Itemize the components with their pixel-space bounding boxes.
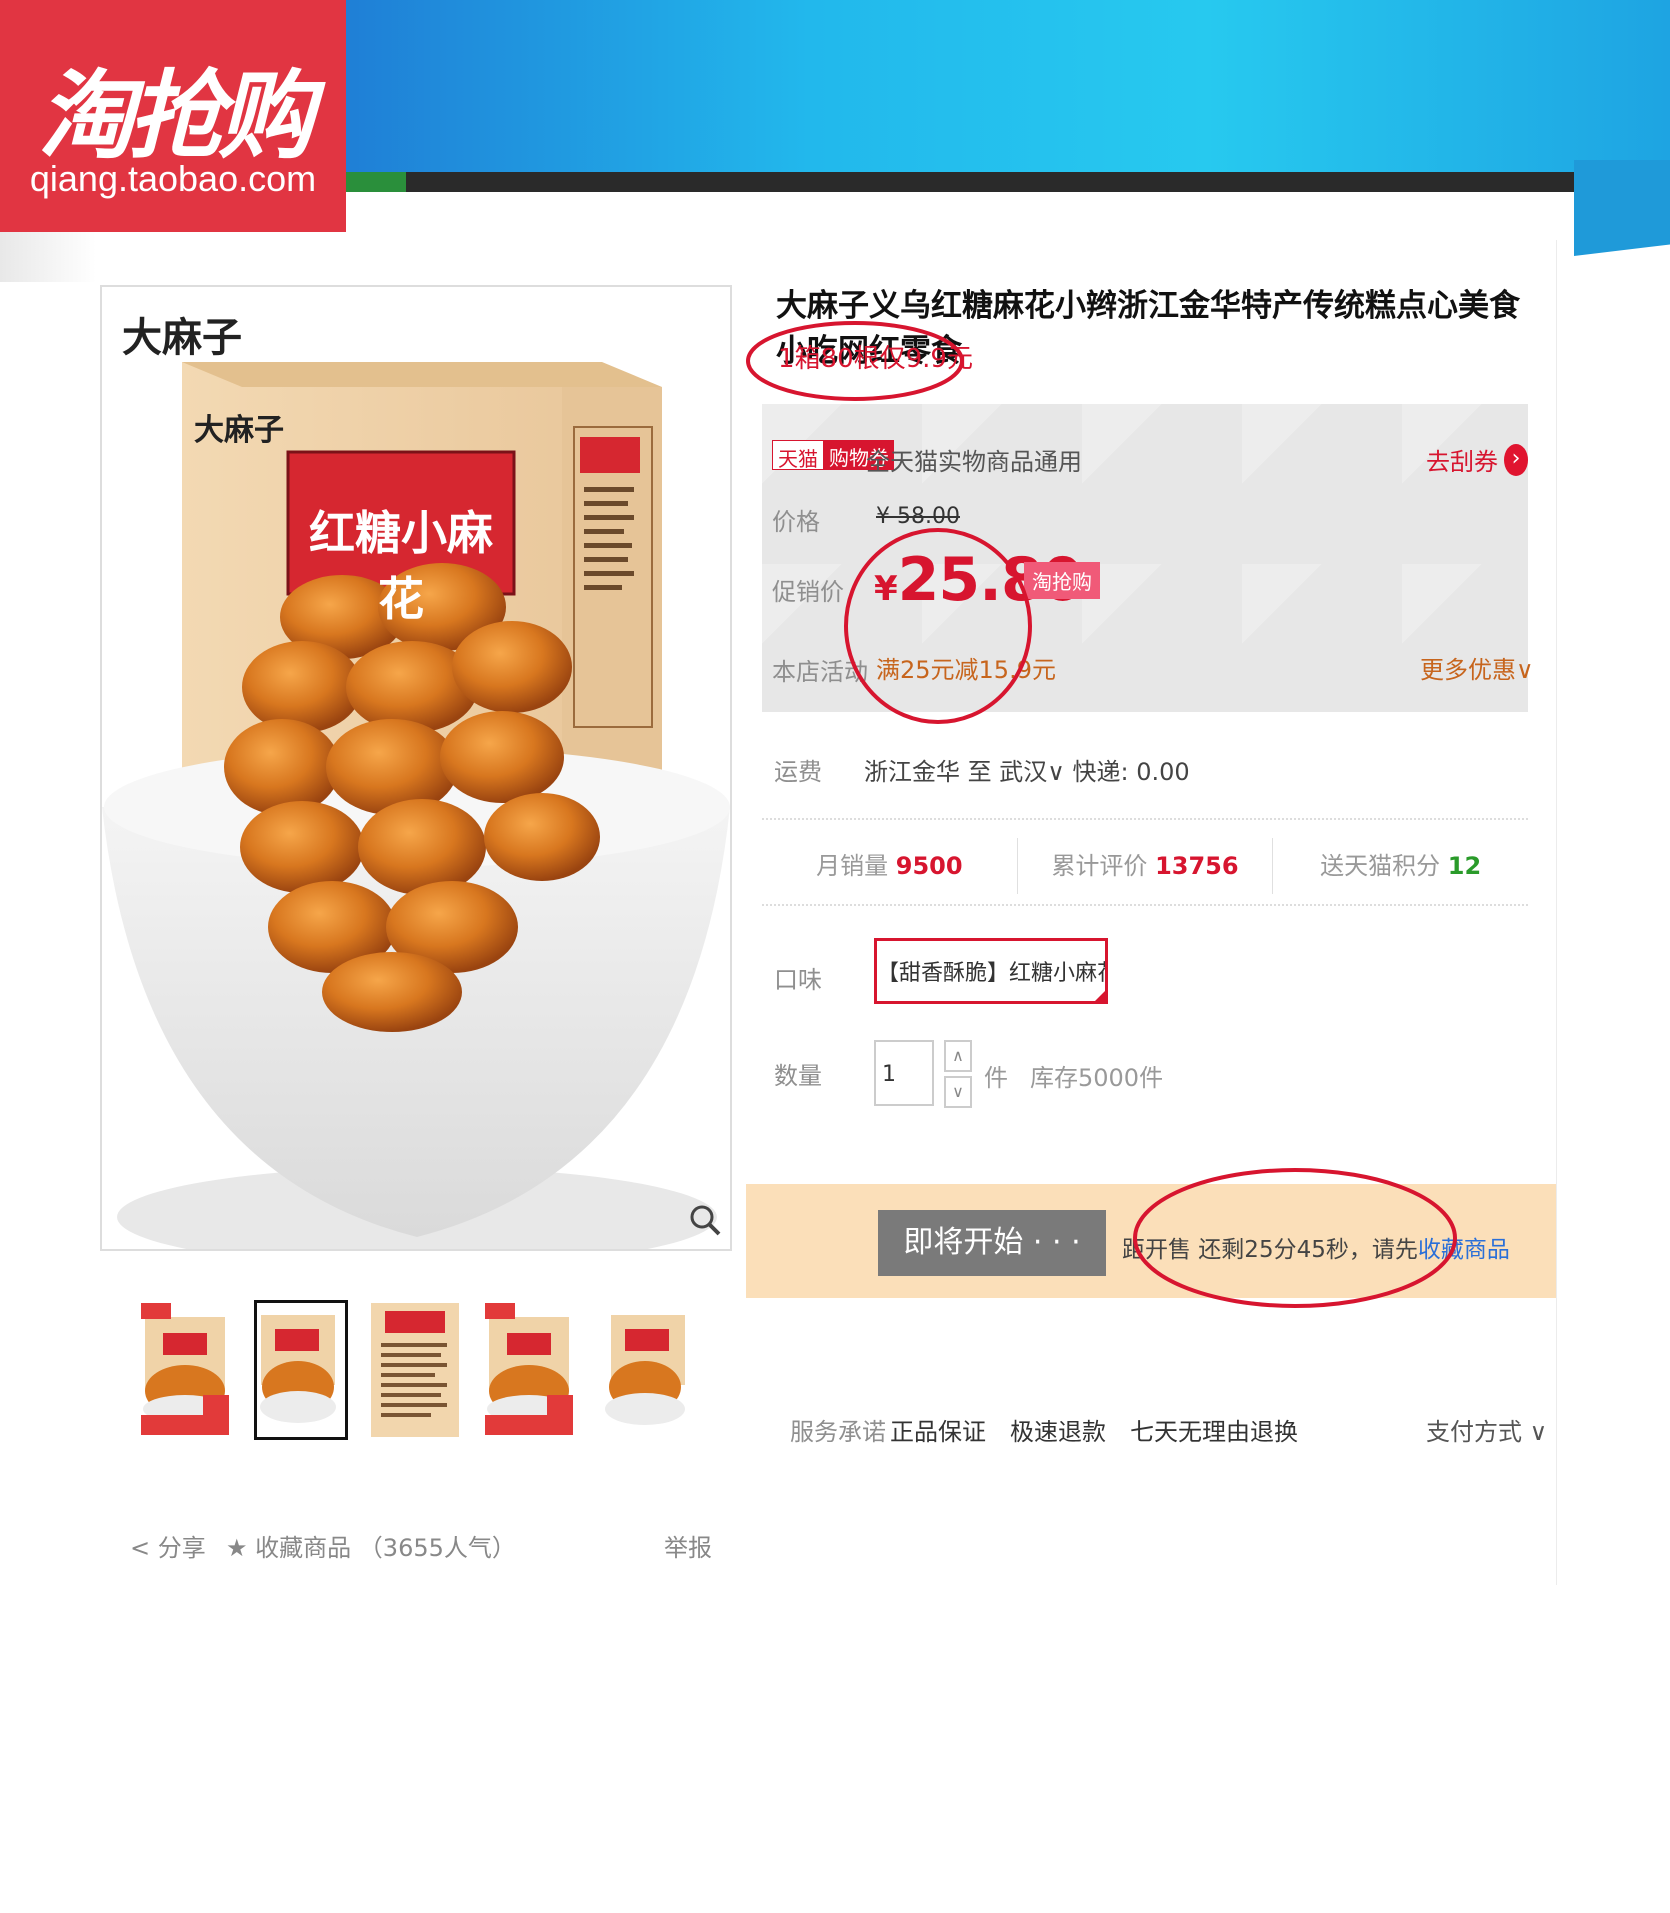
more-deals-label: 更多优惠 <box>1420 656 1516 684</box>
thumbnail-4[interactable] <box>482 1300 576 1440</box>
payment-methods-dropdown[interactable]: 支付方式 ∨ <box>1426 1412 1547 1447</box>
service-label: 服务承诺 <box>790 1418 886 1446</box>
site-logo[interactable]: 淘抢购 qiang.taobao.com <box>0 0 346 232</box>
logo-url: qiang.taobao.com <box>29 158 317 199</box>
thumbnail-3[interactable] <box>368 1300 462 1440</box>
thumbnail-1[interactable] <box>138 1300 232 1440</box>
divider <box>762 818 1528 820</box>
header-corner-flag <box>1574 160 1670 256</box>
total-reviews-label: 累计评价 <box>1051 852 1148 880</box>
thumbnail-4-image <box>485 1303 573 1435</box>
star-icon: ★ <box>226 1534 248 1562</box>
flavor-option-selected[interactable]: 【甜香酥脆】红糖小麻花 <box>874 938 1108 1004</box>
box-brand-mark: 大麻子 <box>194 413 284 448</box>
quantity-label: 数量 <box>774 1062 822 1090</box>
payment-methods-label: 支付方式 <box>1426 1418 1522 1446</box>
price-highlight-circle <box>844 528 1032 724</box>
collect-count: （3655人气） <box>358 1534 516 1562</box>
quantity-increase-button[interactable]: ∧ <box>944 1040 972 1072</box>
subtitle-highlight-circle <box>746 321 964 401</box>
nav-bar <box>346 172 1574 192</box>
collect-button[interactable]: ★ 收藏商品 （3655人气） <box>226 1528 516 1563</box>
nav-bar-accent <box>346 172 406 192</box>
monthly-sales-label: 月销量 <box>816 852 889 880</box>
tmall-badge: 天猫 <box>772 440 824 471</box>
thumbnail-5-image <box>605 1315 685 1425</box>
main-product-image[interactable]: 大麻子 大麻子 红糖小麻花 <box>100 285 732 1251</box>
thumbnail-2[interactable] <box>254 1300 348 1440</box>
collect-label: 收藏商品 <box>255 1534 352 1562</box>
header-banner <box>346 0 1670 172</box>
express-fee: 快递: 0.00 <box>1072 758 1190 786</box>
service-seven-day-return[interactable]: 七天无理由退换 <box>1130 1412 1298 1447</box>
quantity-input[interactable]: 1 <box>874 1040 934 1106</box>
service-fast-refund[interactable]: 极速退款 <box>1010 1412 1106 1447</box>
divider <box>762 904 1528 906</box>
flavor-label: 口味 <box>774 966 822 994</box>
zoom-icon[interactable] <box>688 1203 722 1237</box>
get-coupon-label: 去刮券 <box>1426 448 1498 476</box>
service-authentic[interactable]: 正品保证 <box>890 1412 986 1447</box>
monthly-sales: 月销量 9500 <box>762 838 1018 894</box>
stock-count: 库存5000件 <box>1030 1064 1164 1092</box>
quantity-decrease-button[interactable]: ∨ <box>944 1076 972 1108</box>
tmall-points-label: 送天猫积分 <box>1320 852 1441 880</box>
share-label: 分享 <box>157 1534 206 1562</box>
countdown-highlight-circle <box>1133 1168 1457 1308</box>
tmall-points: 送天猫积分 12 <box>1273 838 1528 894</box>
chevron-down-icon: ∨ <box>1529 1418 1548 1446</box>
quantity-unit: 件 <box>984 1064 1008 1092</box>
thumbnail-1-image <box>141 1303 229 1435</box>
chevron-down-icon: ∨ <box>952 1082 964 1101</box>
share-button[interactable]: < 分享 <box>130 1528 206 1563</box>
more-deals-dropdown[interactable]: 更多优惠∨ <box>1420 650 1534 685</box>
ship-to-prefix: 至 <box>967 758 992 786</box>
share-icon: < <box>130 1534 151 1562</box>
ship-destination: 武汉 <box>999 758 1048 786</box>
thumbnail-5[interactable] <box>598 1300 692 1440</box>
promo-price-label: 促销价 <box>772 578 844 606</box>
thumbnail-3-image <box>371 1303 459 1437</box>
tmall-points-value: 12 <box>1447 852 1482 880</box>
chevron-down-icon: ∨ <box>1047 758 1065 786</box>
left-shadow <box>0 232 96 282</box>
chevron-down-icon: ∨ <box>1516 656 1534 684</box>
ship-destination-select[interactable]: 武汉∨ <box>999 758 1065 786</box>
chevron-right-icon: › <box>1504 443 1528 476</box>
content-border <box>1556 240 1557 1585</box>
coupon-description: 全天猫实物商品通用 <box>866 448 1082 476</box>
total-reviews-value: 13756 <box>1155 852 1239 880</box>
sales-stats: 月销量 9500 累计评价 13756 送天猫积分 12 <box>762 838 1528 894</box>
shipping-info: 浙江金华 至 武汉∨ 快递: 0.00 <box>864 752 1190 787</box>
total-reviews[interactable]: 累计评价 13756 <box>1018 838 1274 894</box>
thumbnail-2-image <box>260 1315 336 1423</box>
coming-soon-button[interactable]: 即将开始 · · · <box>878 1210 1106 1276</box>
price-label: 价格 <box>772 508 820 536</box>
box-label: 红糖小麻花 <box>309 506 493 626</box>
chevron-up-icon: ∧ <box>952 1046 964 1065</box>
monthly-sales-value: 9500 <box>895 852 963 880</box>
ship-from: 浙江金华 <box>864 758 960 786</box>
shipping-label: 运费 <box>774 758 822 786</box>
image-brand-mark: 大麻子 <box>122 314 242 361</box>
get-coupon-link[interactable]: 去刮券 › <box>1426 442 1528 477</box>
logo-title: 淘抢购 <box>38 60 314 172</box>
report-link[interactable]: 举报 <box>664 1528 712 1563</box>
